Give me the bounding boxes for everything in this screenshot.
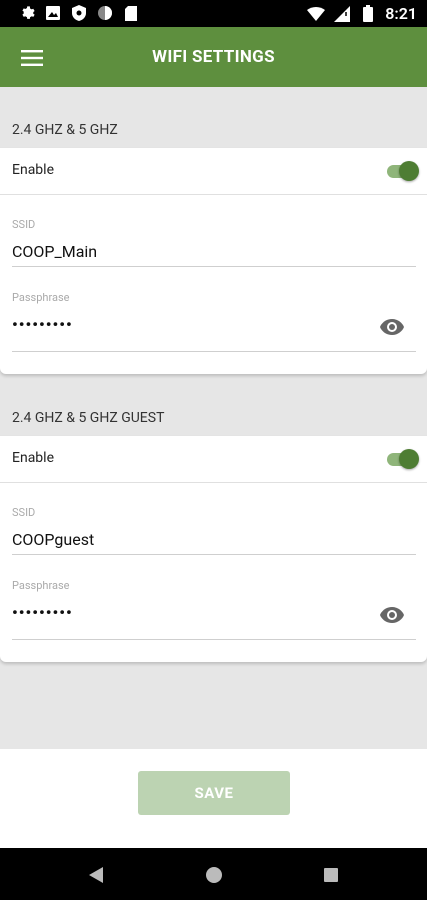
recents-icon[interactable] — [320, 864, 342, 886]
enable-label: Enable — [12, 450, 54, 466]
status-icons-right: 8:21 — [307, 4, 417, 23]
enable-row: Enable — [0, 148, 427, 195]
settings-icon — [18, 4, 36, 22]
ssid-input[interactable]: COOPguest — [12, 530, 94, 549]
passphrase-underline — [12, 351, 416, 352]
system-nav-bar — [0, 848, 427, 900]
ssid-underline — [12, 554, 416, 555]
photo-icon — [44, 4, 62, 22]
enable-row: Enable — [0, 436, 427, 483]
passphrase-input[interactable]: ••••••••• — [12, 603, 73, 622]
network-card-main: Enable SSID COOP_Main Passphrase •••••••… — [0, 148, 427, 374]
ssid-label: SSID — [12, 506, 36, 519]
status-time: 8:21 — [385, 4, 417, 23]
section-label-guest: 2.4 GHZ & 5 GHZ GUEST — [12, 410, 165, 426]
home-icon[interactable] — [203, 864, 225, 886]
passphrase-label: Passphrase — [12, 579, 70, 592]
signal-icon — [333, 5, 351, 23]
ssid-input[interactable]: COOP_Main — [12, 242, 97, 261]
show-password-icon[interactable] — [379, 606, 405, 624]
toggle-thumb — [399, 449, 419, 469]
passphrase-input[interactable]: ••••••••• — [12, 315, 73, 334]
passphrase-label: Passphrase — [12, 291, 70, 304]
circle-icon — [96, 4, 114, 22]
save-button[interactable]: SAVE — [138, 771, 290, 815]
shield-icon — [70, 4, 88, 22]
network-card-guest: Enable SSID COOPguest Passphrase •••••••… — [0, 436, 427, 662]
back-icon[interactable] — [85, 864, 107, 886]
sd-card-icon — [122, 4, 140, 22]
enable-toggle[interactable] — [383, 160, 419, 182]
enable-label: Enable — [12, 162, 54, 178]
wifi-icon — [307, 5, 326, 23]
page-title: WIFI SETTINGS — [152, 47, 275, 67]
toggle-thumb — [399, 161, 419, 181]
battery-icon — [359, 5, 377, 23]
footer: SAVE — [0, 749, 427, 848]
ssid-underline — [12, 266, 416, 267]
ssid-label: SSID — [12, 218, 36, 231]
status-icons-left — [18, 4, 140, 22]
status-bar: 8:21 — [0, 0, 427, 27]
section-label-main: 2.4 GHZ & 5 GHZ — [12, 122, 118, 138]
enable-toggle[interactable] — [383, 448, 419, 470]
app-bar: WIFI SETTINGS — [0, 27, 427, 87]
passphrase-underline — [12, 639, 416, 640]
show-password-icon[interactable] — [379, 318, 405, 336]
